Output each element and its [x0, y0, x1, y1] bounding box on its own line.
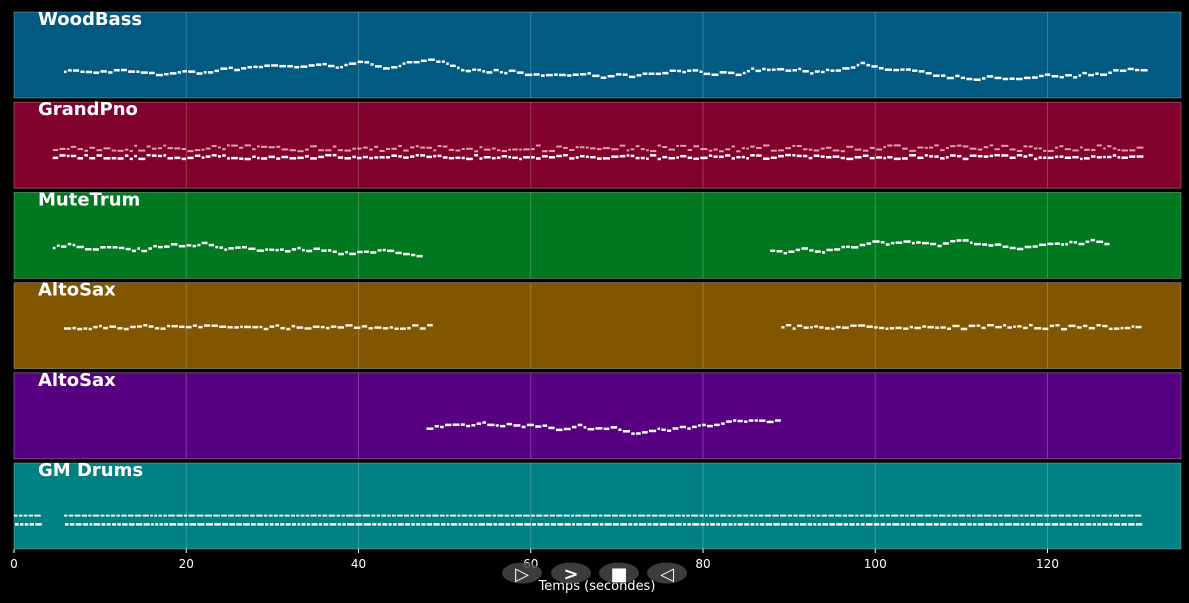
track-lane: GM Drums: [13, 460, 1182, 550]
x-axis-title: Temps (secondes): [538, 579, 656, 594]
track-background: [13, 191, 1182, 279]
x-tick-label: 80: [695, 557, 710, 571]
play-icon: ▷: [515, 564, 529, 585]
track-name-label: MuteTrum: [38, 189, 140, 210]
track-name-label: WoodBass: [38, 9, 142, 30]
track-lane: GrandPno: [13, 99, 1182, 189]
back-icon: ◁: [660, 564, 674, 585]
play-button[interactable]: ▷: [502, 562, 542, 586]
x-tick-label: 0: [10, 557, 18, 571]
x-tick-label: 120: [1036, 557, 1059, 571]
stop-icon: ■: [610, 564, 627, 585]
track-background: [13, 11, 1182, 99]
track-background: [13, 372, 1182, 460]
track-background: [13, 462, 1182, 550]
track-lane: WoodBass: [13, 9, 1182, 99]
track-name-label: GM Drums: [38, 460, 143, 481]
x-tick-label: 20: [179, 557, 194, 571]
x-tick-label: 100: [864, 557, 887, 571]
forward-icon: >: [563, 564, 578, 585]
track-name-label: GrandPno: [38, 99, 138, 120]
track-lane: MuteTrum: [13, 189, 1182, 279]
track-name-label: AltoSax: [38, 280, 116, 301]
tracks-group: WoodBass GrandPno MuteTrum AltoSax AltoSax GM…: [13, 9, 1182, 550]
track-name-label: AltoSax: [38, 370, 116, 391]
track-lane: AltoSax: [13, 280, 1182, 370]
track-lane: AltoSax: [13, 370, 1182, 460]
piano-roll-view: WoodBass GrandPno MuteTrum AltoSax AltoSax GM…: [10, 9, 1182, 594]
x-tick-label: 40: [351, 557, 366, 571]
